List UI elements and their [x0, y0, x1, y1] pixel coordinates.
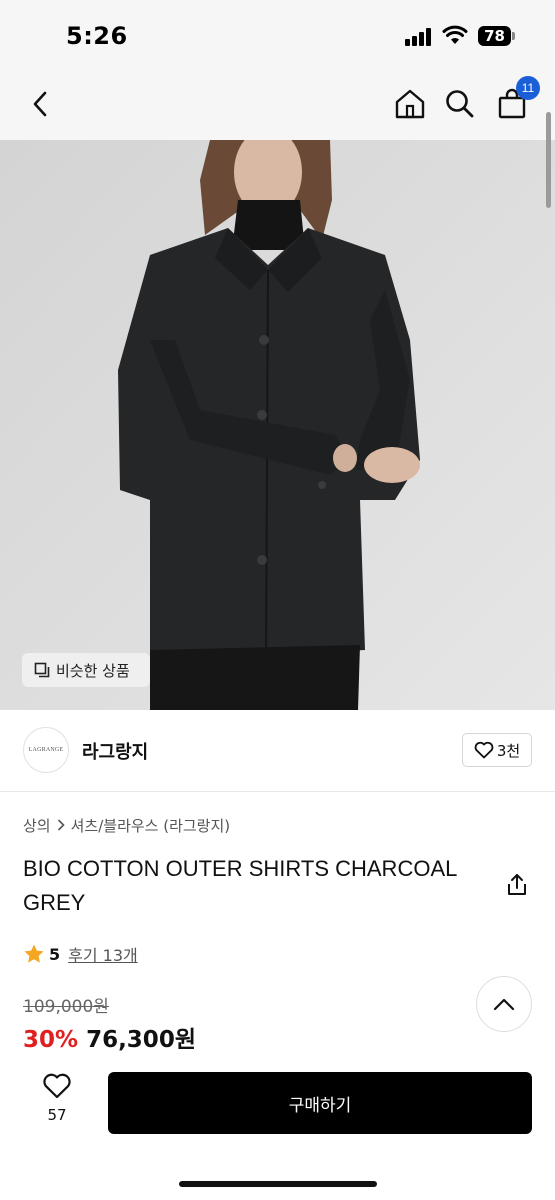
brand-like-button[interactable]: 3천	[462, 733, 532, 767]
product-image[interactable]: 비슷한 상품	[0, 140, 555, 710]
share-button[interactable]	[504, 872, 530, 898]
review-count-link[interactable]: 후기 13개	[68, 942, 138, 966]
discount-rate: 30%	[23, 1027, 79, 1053]
original-price: 109,000원	[23, 997, 109, 1017]
heart-icon	[474, 741, 494, 759]
chevron-up-icon	[493, 998, 515, 1011]
brand-name[interactable]: 라그랑지	[82, 738, 148, 764]
chevron-right-icon	[57, 817, 65, 835]
rating-row: 5 후기 13개	[23, 942, 138, 966]
scroll-to-top-button[interactable]	[476, 976, 532, 1032]
cart-button[interactable]: 11	[492, 76, 540, 124]
cellular-signal-icon	[405, 28, 435, 46]
similar-products-button[interactable]: 비슷한 상품	[22, 653, 150, 687]
product-like-count: 57	[47, 1106, 67, 1124]
heart-icon	[43, 1073, 71, 1099]
share-icon	[508, 874, 526, 895]
product-photo	[0, 140, 555, 710]
cart-count-badge: 11	[516, 76, 540, 100]
home-button[interactable]	[390, 84, 430, 124]
similar-icon	[34, 662, 50, 678]
brand-logo[interactable]: LAGRANGE	[23, 727, 69, 773]
battery-level: 78	[478, 26, 511, 46]
brand-row: LAGRANGE 라그랑지 3천	[0, 710, 555, 792]
sale-price-row: 30% 76,300원	[23, 1020, 196, 1054]
status-bar: 5:26 78	[0, 0, 555, 70]
wifi-icon	[442, 25, 468, 44]
battery-icon: 78	[478, 26, 516, 46]
breadcrumb-item[interactable]: 상의	[23, 815, 51, 836]
buy-button[interactable]: 구매하기	[108, 1072, 532, 1134]
home-icon	[395, 89, 425, 119]
breadcrumb: 상의 셔츠/블라우스 (라그랑지)	[23, 815, 230, 836]
status-time: 5:26	[66, 22, 128, 50]
search-icon	[446, 90, 474, 118]
app-header: 11	[0, 70, 555, 140]
rating-score: 5	[49, 944, 61, 964]
similar-products-label: 비슷한 상품	[56, 661, 130, 680]
scrollbar[interactable]	[546, 112, 551, 208]
brand-logo-text: LAGRANGE	[28, 747, 64, 753]
brand-like-count: 3천	[496, 741, 521, 760]
back-button[interactable]	[20, 84, 60, 124]
product-title: BIO COTTON OUTER SHIRTS CHARCOAL GREY	[23, 856, 457, 915]
breadcrumb-item[interactable]: 셔츠/블라우스 (라그랑지)	[71, 815, 231, 836]
search-button[interactable]	[440, 84, 480, 124]
star-icon	[24, 944, 44, 963]
home-indicator	[179, 1181, 377, 1187]
back-icon	[33, 91, 47, 117]
product-like-button[interactable]: 57	[30, 1072, 84, 1132]
sale-price: 76,300원	[86, 1027, 196, 1053]
